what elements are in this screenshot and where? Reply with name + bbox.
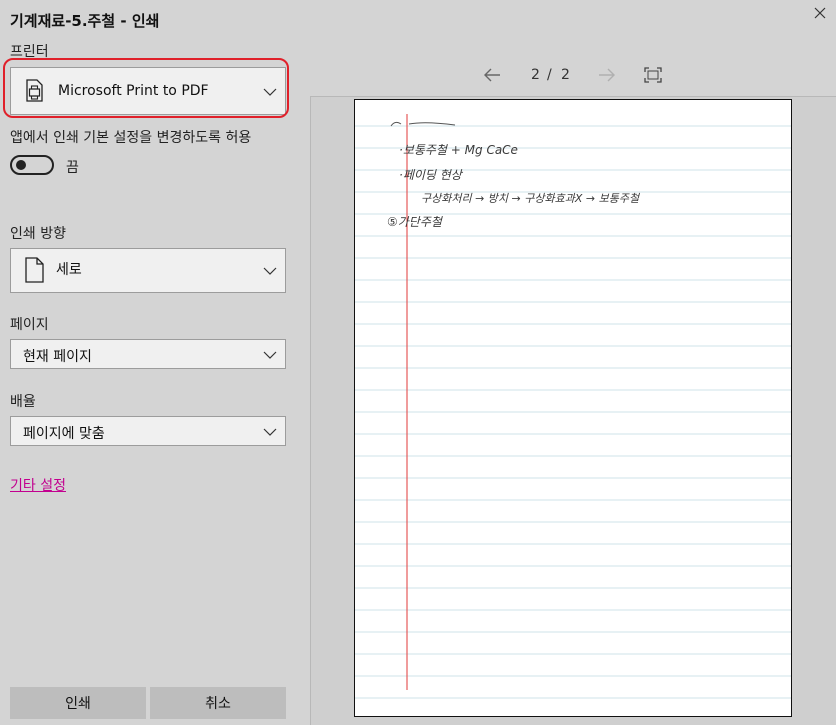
orientation-label: 인쇄 방향	[10, 226, 66, 242]
more-settings-link[interactable]: 기타 설정	[10, 475, 66, 495]
scale-value: 페이지에 맞춤	[23, 426, 105, 442]
window-title: 기계재료-5.주철 - 인쇄	[10, 12, 160, 30]
arrow-right-icon[interactable]	[597, 67, 617, 83]
cancel-button[interactable]: 취소	[150, 687, 286, 719]
arrow-left-icon[interactable]	[482, 67, 502, 83]
orientation-value: 세로	[56, 262, 82, 278]
note-line-2: ·페이딩 현상	[399, 168, 462, 182]
note-line-4: ⑤가단주철	[387, 215, 442, 229]
portrait-page-icon	[25, 257, 44, 283]
scale-select[interactable]: 페이지에 맞춤	[10, 416, 286, 446]
current-page-number: 2	[531, 67, 540, 83]
chevron-down-icon	[263, 351, 277, 359]
chevron-down-icon	[263, 267, 277, 275]
close-icon[interactable]	[812, 5, 828, 21]
scale-label: 배율	[10, 394, 36, 410]
chevron-down-icon	[263, 428, 277, 436]
app-settings-label: 앱에서 인쇄 기본 설정을 변경하도록 허용	[10, 130, 252, 146]
toggle-state-label: 끔	[66, 160, 79, 176]
note-line-3: 구상화처리 → 방치 → 구상화효과X → 보통주철	[421, 192, 640, 205]
print-button[interactable]: 인쇄	[10, 687, 146, 719]
app-settings-toggle[interactable]	[10, 155, 54, 175]
red-highlight-outline	[3, 58, 289, 118]
fullscreen-icon[interactable]	[644, 67, 662, 83]
pages-select[interactable]: 현재 페이지	[10, 339, 286, 369]
total-pages-number: 2	[561, 67, 570, 83]
note-line-1: ·보통주철 + Mg CaCe	[399, 143, 518, 157]
preview-page[interactable]: ·보통주철 + Mg CaCe ·페이딩 현상 구상화처리 → 방치 → 구상화…	[354, 99, 792, 717]
pages-value: 현재 페이지	[23, 349, 92, 365]
pages-label: 페이지	[10, 317, 49, 333]
orientation-select[interactable]: 세로	[10, 248, 286, 293]
page-separator: /	[547, 67, 552, 83]
